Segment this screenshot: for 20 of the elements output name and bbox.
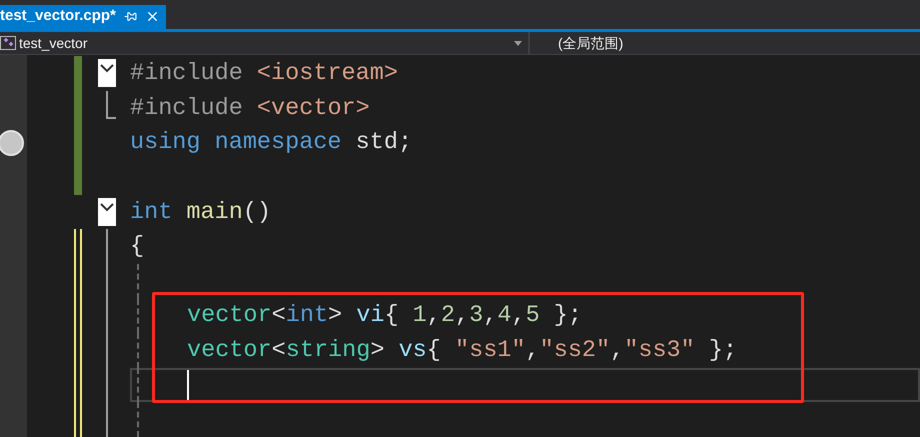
text-cursor bbox=[187, 370, 189, 400]
chevron-down-icon bbox=[100, 202, 114, 212]
breakpoint-icon[interactable] bbox=[0, 130, 24, 156]
project-name: test_vector bbox=[19, 34, 88, 53]
code-line: using namespace std; bbox=[130, 128, 412, 158]
project-icon bbox=[0, 36, 16, 50]
code-line: vector<string> vs{ "ss1","ss2","ss3" }; bbox=[187, 336, 738, 366]
collapse-toggle[interactable] bbox=[98, 198, 116, 226]
scope-dropdown[interactable]: (全局范围) bbox=[530, 32, 920, 54]
code-line: { bbox=[130, 232, 144, 262]
code-line: #include <iostream> bbox=[130, 59, 398, 90]
file-tab[interactable]: test_vector.cpp* bbox=[0, 4, 166, 29]
code-line: vector<int> vi{ 1,2,3,4,5 }; bbox=[187, 301, 582, 332]
code-line: #include <vector> bbox=[130, 94, 370, 124]
caret-icon bbox=[514, 40, 522, 46]
tab-title: test_vector.cpp* bbox=[0, 6, 116, 26]
chevron-down-icon bbox=[100, 63, 114, 74]
pin-icon[interactable] bbox=[124, 10, 137, 24]
collapse-toggle[interactable] bbox=[98, 59, 116, 88]
code-line: int main() bbox=[130, 198, 272, 228]
